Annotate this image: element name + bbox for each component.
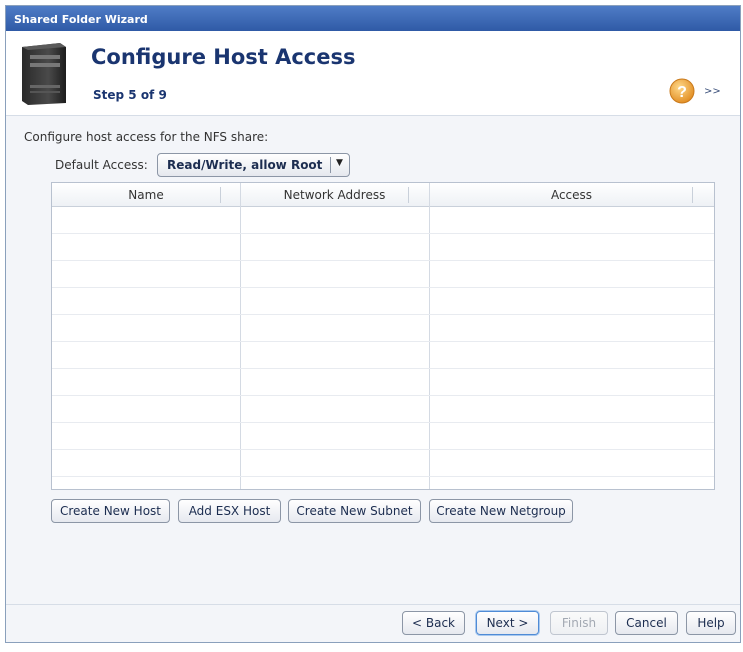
default-access-select[interactable]: Read/Write, allow Root ▼ (157, 153, 350, 177)
intro-text: Configure host access for the NFS share: (24, 130, 269, 144)
table-row[interactable] (52, 423, 714, 450)
create-new-netgroup-button[interactable]: Create New Netgroup (429, 499, 573, 523)
host-access-table: Name Network Address Access (51, 182, 715, 490)
next-button[interactable]: Next > (476, 611, 539, 635)
wizard-header: Configure Host Access Step 5 of 9 ? >> (6, 31, 740, 116)
table-row[interactable] (52, 261, 714, 288)
wizard-footer: < Back Next > Finish Cancel Help (6, 604, 740, 642)
default-access-value: Read/Write, allow Root (167, 158, 323, 172)
page-title: Configure Host Access (91, 45, 356, 69)
default-access-label: Default Access: (55, 158, 148, 172)
help-button[interactable]: Help (686, 611, 736, 635)
table-row[interactable] (52, 315, 714, 342)
help-icon[interactable]: ? (669, 78, 695, 104)
window-title: Shared Folder Wizard (6, 6, 740, 31)
svg-text:?: ? (677, 84, 687, 101)
column-access[interactable]: Access (429, 183, 714, 207)
table-row[interactable] (52, 342, 714, 369)
table-row[interactable] (52, 396, 714, 423)
table-header: Name Network Address Access (52, 183, 714, 207)
back-button[interactable]: < Back (402, 611, 465, 635)
expand-link[interactable]: >> (704, 86, 721, 97)
finish-button: Finish (550, 611, 608, 635)
table-row[interactable] (52, 369, 714, 396)
wizard-window: Shared Folder Wizard Configure Host Acce… (5, 5, 741, 643)
server-icon (22, 43, 66, 105)
chevron-down-icon: ▼ (336, 158, 343, 168)
table-row[interactable] (52, 450, 714, 477)
column-name[interactable]: Name (52, 183, 240, 207)
step-indicator: Step 5 of 9 (93, 88, 167, 102)
table-row[interactable] (52, 288, 714, 315)
create-new-subnet-button[interactable]: Create New Subnet (288, 499, 421, 523)
cancel-button[interactable]: Cancel (615, 611, 678, 635)
table-row[interactable] (52, 207, 714, 234)
table-row[interactable] (52, 234, 714, 261)
wizard-body: Configure host access for the NFS share:… (6, 117, 740, 604)
add-esx-host-button[interactable]: Add ESX Host (178, 499, 281, 523)
create-new-host-button[interactable]: Create New Host (51, 499, 170, 523)
column-network-address[interactable]: Network Address (240, 183, 429, 207)
